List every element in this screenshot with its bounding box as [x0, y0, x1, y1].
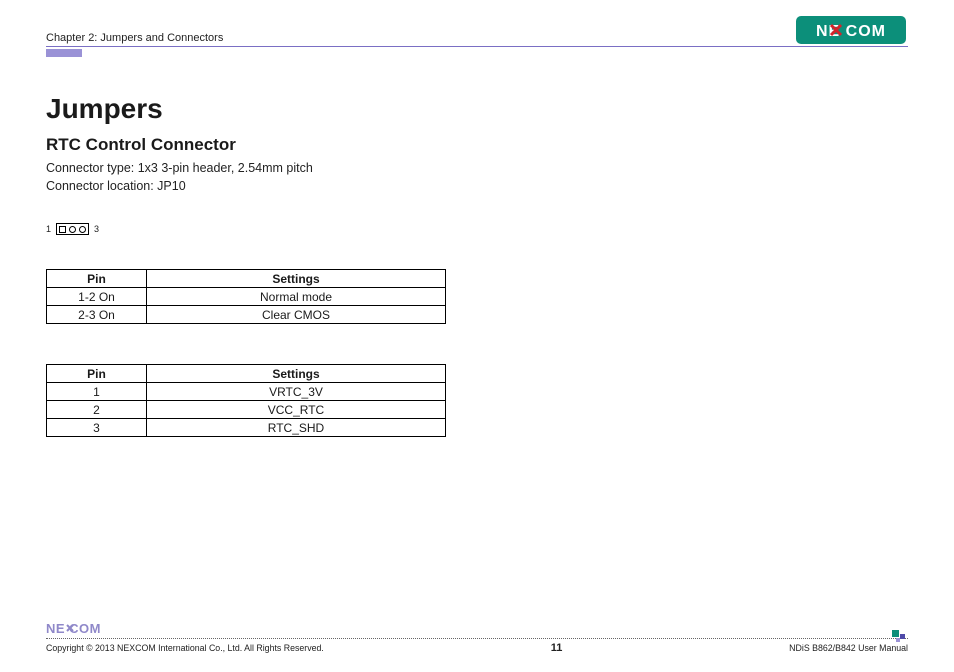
pin-3-icon — [79, 226, 86, 233]
chapter-label: Chapter 2: Jumpers and Connectors — [46, 32, 223, 44]
nexcom-logo: NE COM — [796, 16, 906, 44]
pin-1-icon — [59, 226, 66, 233]
pin-diagram: 1 3 — [46, 223, 908, 235]
pin-diagram-left: 1 — [46, 224, 51, 234]
table-row: 1-2 On Normal mode — [47, 288, 446, 306]
pin-2-icon — [69, 226, 76, 233]
connector-location: Connector location: JP10 — [46, 179, 908, 193]
manual-label: NDiS B862/B842 User Manual — [789, 643, 908, 653]
page-number: 11 — [551, 642, 563, 654]
table-header-settings: Settings — [147, 365, 446, 383]
jumper-table-2: Pin Settings 1 VRTC_3V 2 VCC_RTC 3 RTC_S… — [46, 364, 446, 437]
jumper-table-1: Pin Settings 1-2 On Normal mode 2-3 On C… — [46, 269, 446, 324]
table-row: 2 VCC_RTC — [47, 401, 446, 419]
footer-rule — [46, 638, 908, 639]
copyright: Copyright © 2013 NEXCOM International Co… — [46, 643, 324, 653]
table-row: 2-3 On Clear CMOS — [47, 306, 446, 324]
svg-text:NE COM: NE COM — [816, 23, 886, 40]
pin-diagram-right: 3 — [94, 224, 99, 234]
svg-text:NE COM: NE COM — [46, 621, 101, 636]
pin-diagram-box — [56, 223, 89, 235]
nexcom-footer-logo: NE COM — [46, 620, 908, 636]
table-header-settings: Settings — [147, 270, 446, 288]
table-header-pin: Pin — [47, 270, 147, 288]
table-row: 1 VRTC_3V — [47, 383, 446, 401]
table-row: 3 RTC_SHD — [47, 419, 446, 437]
header-accent — [46, 47, 908, 55]
footer-pixel-icon — [892, 630, 908, 642]
table-header-pin: Pin — [47, 365, 147, 383]
page-title: Jumpers — [46, 93, 908, 125]
connector-type: Connector type: 1x3 3-pin header, 2.54mm… — [46, 161, 908, 175]
section-subtitle: RTC Control Connector — [46, 135, 908, 155]
